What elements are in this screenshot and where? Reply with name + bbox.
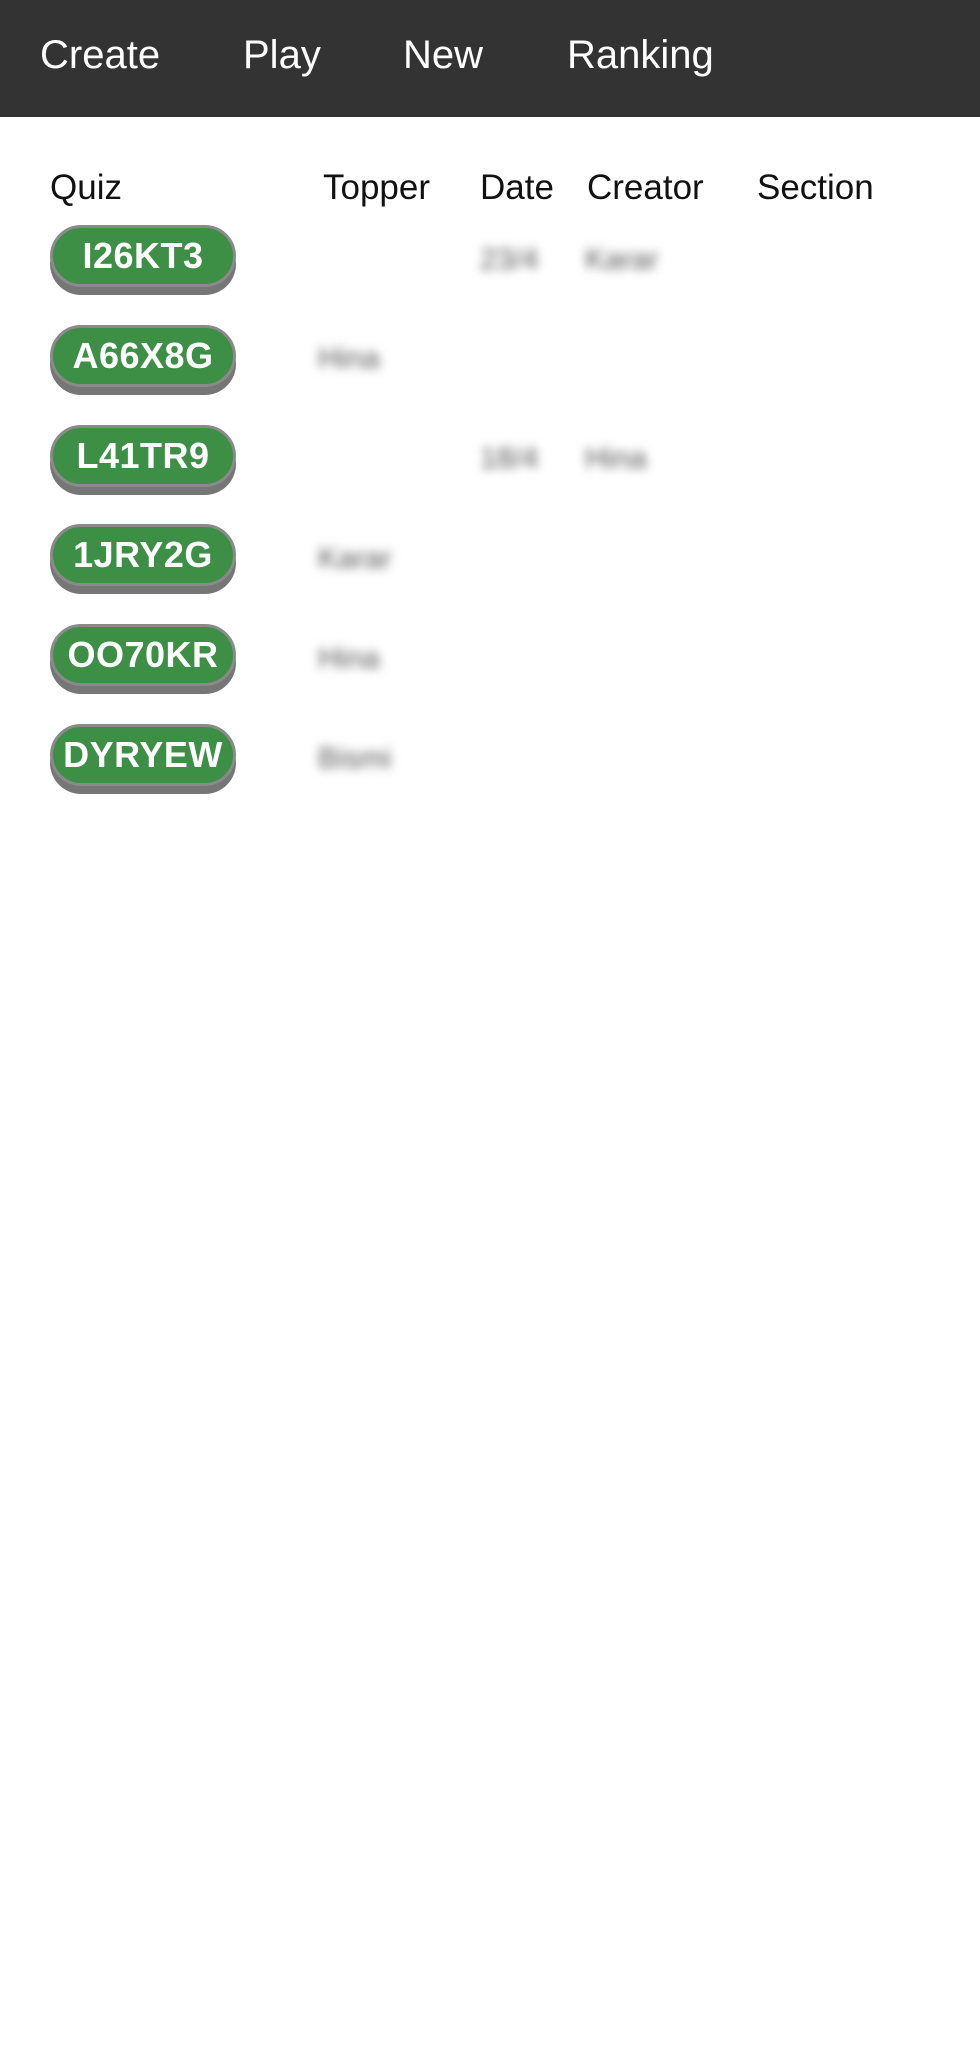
column-header-creator: Creator xyxy=(587,168,704,207)
quiz-code-button[interactable]: 1JRY2G xyxy=(50,524,236,586)
column-header-section: Section xyxy=(757,168,874,207)
column-header-topper: Topper xyxy=(323,168,431,207)
nav-ranking-link[interactable]: Ranking xyxy=(567,0,714,111)
quiz-code-button[interactable]: L41TR9 xyxy=(50,425,236,487)
nav-new-link[interactable]: New xyxy=(403,0,483,111)
creator-cell: Hina xyxy=(585,442,647,475)
date-cell: 23/4 xyxy=(480,243,539,276)
column-header-quiz: Quiz xyxy=(50,168,122,207)
quiz-code-button[interactable]: OO70KR xyxy=(50,624,236,686)
nav-play-link[interactable]: Play xyxy=(243,0,321,111)
quiz-code-button[interactable]: I26KT3 xyxy=(50,225,236,287)
date-cell: 18/4 xyxy=(480,442,539,475)
quiz-code-button[interactable]: A66X8G xyxy=(50,325,236,387)
topper-cell: Karar xyxy=(318,542,392,575)
topper-cell: Bismi xyxy=(318,742,392,775)
nav-create-link[interactable]: Create xyxy=(40,0,160,111)
topper-cell: Hina xyxy=(318,642,380,675)
topper-cell: Hina xyxy=(318,342,380,375)
column-header-date: Date xyxy=(480,168,554,207)
creator-cell: Karar xyxy=(585,243,659,276)
quiz-code-button[interactable]: DYRYEW xyxy=(50,724,236,786)
top-nav-bar: Create Play New Ranking xyxy=(0,0,980,117)
